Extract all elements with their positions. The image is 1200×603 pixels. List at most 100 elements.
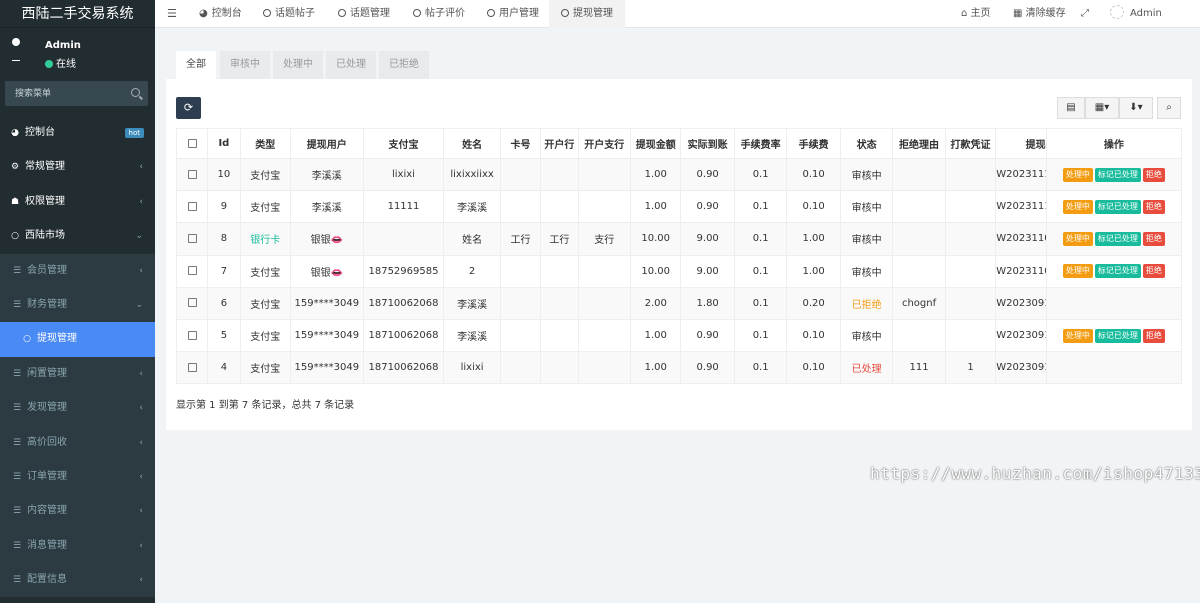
home-link[interactable]: ⌂ 主页: [961, 0, 991, 28]
row-checkbox[interactable]: [175, 190, 209, 224]
processing-button[interactable]: 处理中: [1062, 167, 1093, 182]
menu-search-input[interactable]: [5, 81, 125, 106]
avatar[interactable]: [8, 38, 24, 64]
cell-reason: [892, 157, 946, 192]
table-row[interactable]: 6 支付宝 159****3049 18710062068 李溪溪 2.00 1.80 0.1…: [175, 286, 1183, 320]
sidebar-item-permission[interactable]: ☗ 权限管理 ‹: [0, 185, 155, 219]
mark-processed-button[interactable]: 标记已处理: [1094, 199, 1141, 214]
col-type[interactable]: 类型: [239, 128, 291, 159]
reject-button[interactable]: 拒绝: [1142, 199, 1165, 214]
mark-processed-button[interactable]: 标记已处理: [1094, 264, 1141, 279]
col-alipay[interactable]: 支付宝: [362, 128, 445, 159]
filter-tab-processed[interactable]: 已处理: [326, 51, 376, 79]
reject-button[interactable]: 拒绝: [1142, 167, 1165, 182]
col-sn[interactable]: 提现: [995, 128, 1047, 159]
col-actual[interactable]: 实际到账: [680, 128, 735, 159]
col-card[interactable]: 卡号: [499, 128, 542, 159]
admin-menu[interactable]: Admin: [1110, 0, 1162, 28]
table-row[interactable]: 4 支付宝 159****3049 18710062068 lixixi 1.00 0.90…: [175, 351, 1183, 385]
col-id[interactable]: Id: [207, 128, 241, 159]
search-toggle-button[interactable]: ⌕: [1157, 97, 1181, 119]
filter-tab-reviewing[interactable]: 审核中: [220, 51, 270, 79]
mark-processed-button[interactable]: 标记已处理: [1094, 167, 1141, 182]
search-icon[interactable]: [131, 88, 140, 97]
sidebar-item-members[interactable]: ☰ 会员管理 ‹: [0, 253, 155, 288]
chevron-left-icon: ‹: [139, 575, 143, 586]
processing-button[interactable]: 处理中: [1062, 328, 1093, 343]
cell-operations: 处理中 标记已处理 拒绝: [1045, 222, 1183, 256]
refresh-icon: ⟳: [183, 101, 194, 114]
col-rate[interactable]: 手续费率: [733, 128, 788, 159]
row-checkbox[interactable]: [175, 157, 209, 192]
select-all-checkbox[interactable]: [175, 128, 209, 159]
sidebar-item-dashboard[interactable]: ◕ 控制台 hot: [0, 116, 155, 150]
clear-cache-button[interactable]: ▦ 清除缓存: [1013, 0, 1066, 28]
toggle-view-button[interactable]: ▤: [1057, 97, 1085, 119]
sidebar-item-market[interactable]: ○ 西陆市场 ⌄: [0, 219, 155, 253]
cell-alipay: 18752969585: [362, 254, 445, 288]
col-bank[interactable]: 开户行: [540, 128, 579, 159]
reject-button[interactable]: 拒绝: [1142, 328, 1165, 343]
sidebar-item-messages[interactable]: ☰ 消息管理 ‹: [0, 528, 155, 564]
tab-post-reviews[interactable]: 帖子评价: [413, 0, 465, 28]
circle-icon: [338, 9, 346, 17]
sidebar-item-general[interactable]: ⚙ 常规管理 ‹: [0, 150, 155, 184]
sidebar-item-config[interactable]: ☰ 配置信息 ‹: [0, 563, 155, 598]
sidebar-item-finance[interactable]: ☰ 财务管理 ⌄: [0, 287, 155, 323]
cell-actual: 0.90: [680, 157, 735, 192]
sidebar-item-content[interactable]: ☰ 内容管理 ‹: [0, 494, 155, 529]
col-status[interactable]: 状态: [839, 128, 894, 159]
filter-tab-processing[interactable]: 处理中: [273, 51, 323, 79]
table-row[interactable]: 8 银行卡 银银👄 姓名 工行 工行 支行 10.00 9.00 0.1 1.00 审核中 W20231…: [175, 222, 1183, 256]
filter-tab-rejected[interactable]: 已拒绝: [379, 51, 429, 79]
columns-button[interactable]: ▦▾: [1085, 97, 1119, 119]
mark-processed-button[interactable]: 标记已处理: [1094, 328, 1141, 343]
sidebar-item-idle[interactable]: ☰ 闲置管理 ‹: [0, 356, 155, 392]
processing-button[interactable]: 处理中: [1062, 231, 1093, 246]
table-row[interactable]: 7 支付宝 银银👄 18752969585 2 10.00 9.00 0.1 1.00 审核中 W2…: [175, 254, 1183, 288]
row-checkbox[interactable]: [175, 254, 209, 288]
col-amount[interactable]: 提现金额: [629, 128, 682, 159]
tab-dashboard[interactable]: ◕ 控制台: [199, 0, 242, 28]
row-checkbox[interactable]: [175, 286, 209, 320]
processing-button[interactable]: 处理中: [1062, 199, 1093, 214]
sidebar-item-withdraw[interactable]: ○ 提现管理: [0, 322, 155, 357]
circle-icon: [487, 9, 495, 17]
sidebar-item-orders[interactable]: ☰ 订单管理 ‹: [0, 459, 155, 495]
mark-processed-button[interactable]: 标记已处理: [1094, 231, 1141, 246]
processing-button[interactable]: 处理中: [1062, 264, 1093, 279]
table-row[interactable]: 10 支付宝 李溪溪 lixixi lixixxiixx 1.00 0.90 0.1 0.10 审…: [175, 157, 1183, 192]
row-checkbox[interactable]: [175, 222, 209, 256]
cell-alipay: 18710062068: [362, 286, 445, 320]
col-branch[interactable]: 开户支行: [577, 128, 632, 159]
row-checkbox[interactable]: [175, 318, 209, 353]
tab-withdraw-manage[interactable]: 提现管理: [549, 0, 625, 28]
refresh-button[interactable]: ⟳: [176, 97, 201, 119]
reject-button[interactable]: 拒绝: [1142, 231, 1165, 246]
table-row[interactable]: 5 支付宝 159****3049 18710062068 李溪溪 1.00 0.90 0.1…: [175, 318, 1183, 353]
col-reason[interactable]: 拒绝理由: [892, 128, 946, 159]
cell-name: 李溪溪: [443, 318, 501, 353]
app-title[interactable]: 西陆二手交易系统: [0, 0, 155, 28]
admin-avatar: [1110, 5, 1124, 19]
cell-card: [499, 157, 542, 192]
tab-topic-posts[interactable]: 话题帖子: [263, 0, 315, 28]
col-name[interactable]: 姓名: [443, 128, 501, 159]
cell-type: 支付宝: [239, 254, 291, 288]
menu-toggle-icon[interactable]: ☰: [167, 7, 177, 20]
col-user[interactable]: 提现用户: [289, 128, 364, 159]
tab-user-manage[interactable]: 用户管理: [487, 0, 539, 28]
sidebar-item-recycle[interactable]: ☰ 高价回收 ‹: [0, 425, 155, 460]
columns-icon: ▦▾: [1094, 102, 1110, 113]
table-row[interactable]: 9 支付宝 李溪溪 11111 李溪溪 1.00 0.90 0.1 0.10 审核中 W202311…: [175, 190, 1183, 224]
cell-user: 159****3049: [289, 286, 364, 320]
col-voucher[interactable]: 打款凭证: [944, 128, 997, 159]
reject-button[interactable]: 拒绝: [1142, 264, 1165, 279]
col-fee[interactable]: 手续费: [786, 128, 841, 159]
filter-tab-all[interactable]: 全部: [176, 51, 216, 79]
export-button[interactable]: ⬇▾: [1119, 97, 1153, 119]
sidebar-item-discover[interactable]: ☰ 发现管理 ‹: [0, 391, 155, 426]
row-checkbox[interactable]: [175, 351, 209, 385]
fullscreen-icon[interactable]: ⤢: [1081, 0, 1089, 28]
tab-topic-manage[interactable]: 话题管理: [338, 0, 390, 28]
